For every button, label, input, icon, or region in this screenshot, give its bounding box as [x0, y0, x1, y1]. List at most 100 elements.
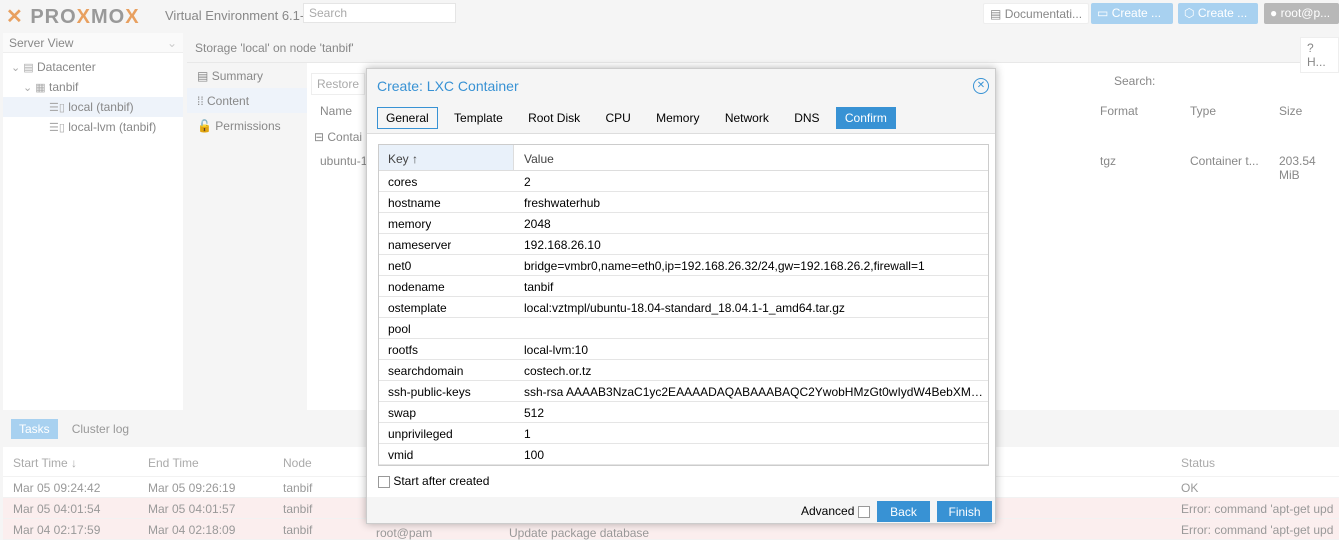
cube-icon: ⬡ [1184, 6, 1195, 20]
grid-row[interactable]: vmid 100 [379, 444, 988, 465]
tab-general[interactable]: General [377, 107, 438, 129]
create-vm-button[interactable]: ▭ Create ... [1091, 3, 1173, 24]
tab-network[interactable]: Network [716, 107, 778, 129]
wizard-tabs: General Template Root Disk CPU Memory Ne… [377, 107, 900, 129]
grid-row[interactable]: nameserver 192.168.26.10 [379, 234, 988, 255]
row-key: nameserver [388, 238, 452, 252]
resource-tree: Server View ⌄ ⌄ ▤ Datacenter ⌄ ▦ tanbif ☰… [3, 33, 183, 410]
panel-title: Storage 'local' on node 'tanbif' [187, 33, 1339, 63]
row-format: tgz [1100, 154, 1117, 168]
row-key: rootfs [388, 343, 419, 357]
tree-item-datacenter[interactable]: ⌄ ▤ Datacenter [3, 57, 183, 77]
tree-item-node[interactable]: ⌄ ▦ tanbif [3, 77, 183, 97]
server-view-select[interactable]: Server View ⌄ [3, 33, 183, 53]
checkbox-icon [857, 505, 870, 518]
row-type: Container t... [1190, 154, 1259, 168]
grid-row[interactable]: searchdomain costech.or.tz [379, 360, 988, 381]
advanced-checkbox[interactable]: Advanced [801, 504, 870, 518]
start-after-created-checkbox[interactable]: Start after created [378, 474, 489, 488]
col-size[interactable]: Size [1279, 104, 1302, 118]
row-value: 192.168.26.10 [524, 238, 601, 252]
row-value: local:vztmpl/ubuntu-18.04-standard_18.04… [524, 301, 845, 315]
col-key[interactable]: Key ↑ [388, 152, 418, 166]
nav-permissions[interactable]: 🔓 Permissions [187, 113, 307, 138]
col-start-time[interactable]: Start Time ↓ [13, 456, 77, 470]
grid-row[interactable]: swap 512 [379, 402, 988, 423]
tab-root-disk[interactable]: Root Disk [519, 107, 589, 129]
grid-row[interactable]: net0 bridge=vmbr0,name=eth0,ip=192.168.26… [379, 255, 988, 276]
help-button[interactable]: ? H... [1300, 37, 1339, 73]
tab-dns[interactable]: DNS [785, 107, 828, 129]
row-key: memory [388, 217, 432, 231]
row-key: hostname [388, 196, 441, 210]
col-node[interactable]: Node [283, 456, 312, 470]
col-name[interactable]: Name [320, 104, 352, 118]
checkbox-icon [378, 475, 390, 488]
server-icon: ⌄ ▤ [11, 62, 34, 74]
row-value: local-lvm:10 [524, 343, 589, 357]
tab-memory[interactable]: Memory [647, 107, 708, 129]
col-type[interactable]: Type [1190, 104, 1216, 118]
chevron-down-icon: ⌄ [166, 36, 177, 50]
col-status[interactable]: Status [1181, 456, 1215, 470]
row-value: 2 [524, 175, 531, 189]
tab-tasks[interactable]: Tasks [11, 419, 58, 439]
row-value: bridge=vmbr0,name=eth0,ip=192.168.26.32/… [524, 259, 925, 273]
row-name[interactable]: ubuntu-1 [320, 154, 367, 168]
nav-summary[interactable]: ▤ Summary [187, 63, 307, 88]
create-lxc-dialog: Create: LXC Container ✕ General Template… [366, 68, 996, 524]
row-key: cores [388, 175, 418, 189]
unlock-icon: 🔓 [197, 119, 212, 133]
tree-item-local[interactable]: ☰▯ local (tanbif) [3, 97, 183, 117]
finish-button[interactable]: Finish [937, 501, 992, 522]
row-value: 512 [524, 406, 545, 420]
col-value[interactable]: Value [524, 152, 554, 166]
group-header[interactable]: ⊟ Contai [314, 130, 362, 144]
tab-confirm[interactable]: Confirm [835, 107, 896, 129]
row-key: net0 [388, 259, 412, 273]
row-value: 1 [524, 427, 531, 441]
row-key: vmid [388, 448, 414, 462]
grid-row[interactable]: ssh-public-keys ssh-rsa AAAAB3NzaC1yc2EAA… [379, 381, 988, 402]
restore-button[interactable]: Restore [311, 73, 366, 95]
row-key: searchdomain [388, 364, 464, 378]
grid-row[interactable]: hostname freshwaterhub [379, 192, 988, 213]
grid-header: Key ↑ Value [379, 145, 988, 171]
tab-cluster-log[interactable]: Cluster log [64, 419, 137, 439]
col-end-time[interactable]: End Time [148, 456, 199, 470]
grid-row[interactable]: pool [379, 318, 988, 339]
documentation-button[interactable]: ▤ Documentati... [983, 3, 1090, 24]
user-menu-button[interactable]: ● root@p... [1264, 3, 1339, 24]
back-button[interactable]: Back [877, 501, 930, 522]
dialog-body: Key ↑ Value cores 2 hostname freshwaterhub m… [367, 133, 995, 497]
close-icon[interactable]: ✕ [973, 78, 989, 94]
grid-row[interactable]: memory 2048 [379, 213, 988, 234]
row-value: freshwaterhub [524, 196, 601, 210]
nav-content[interactable]: ⁞⁞ Content [187, 88, 307, 113]
top-header: ✕ PROXMOX Virtual Environment 6.1-3 Sear… [0, 0, 1339, 32]
storage-nav: ▤ Summary ⁞⁞ Content 🔓 Permissions [187, 63, 307, 410]
grid-row[interactable]: ostemplate local:vztmpl/ubuntu-18.04-stan… [379, 297, 988, 318]
grid-row[interactable]: nodename tanbif [379, 276, 988, 297]
row-key: unprivileged [388, 427, 453, 441]
grid-row[interactable]: cores 2 [379, 171, 988, 192]
row-value: 2048 [524, 217, 551, 231]
summary-grid: Key ↑ Value cores 2 hostname freshwaterhub m… [378, 144, 989, 466]
book-icon: ▤ [197, 69, 209, 83]
storage-icon: ☰▯ [49, 122, 65, 134]
version-label: Virtual Environment 6.1-3 [165, 8, 312, 23]
tab-template[interactable]: Template [445, 107, 512, 129]
create-ct-button[interactable]: ⬡ Create ... [1178, 3, 1258, 24]
row-value: 100 [524, 448, 545, 462]
grid-row[interactable]: rootfs local-lvm:10 [379, 339, 988, 360]
grid-row[interactable]: unprivileged 1 [379, 423, 988, 444]
node-icon: ⌄ ▦ [23, 82, 46, 94]
search-input[interactable]: Search [303, 3, 456, 23]
grid-icon: ⁞⁞ [197, 94, 204, 108]
storage-icon: ☰▯ [49, 102, 65, 114]
proxmox-logo: ✕ PROXMOX [6, 6, 140, 28]
col-format[interactable]: Format [1100, 104, 1138, 118]
tree-item-local-lvm[interactable]: ☰▯ local-lvm (tanbif) [3, 117, 183, 137]
book-icon: ▤ [990, 7, 1002, 21]
tab-cpu[interactable]: CPU [596, 107, 639, 129]
